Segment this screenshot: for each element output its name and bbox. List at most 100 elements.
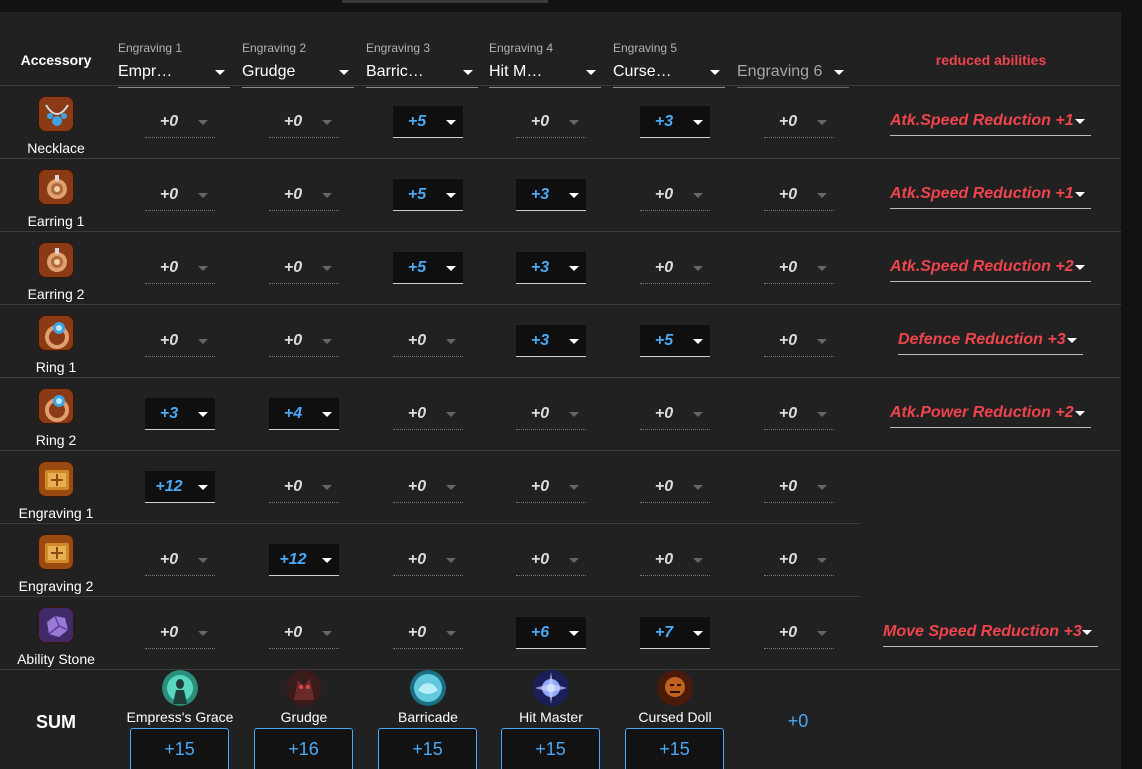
level-value: +5 <box>654 332 674 349</box>
engraving-3-level-select[interactable]: +5 <box>393 179 463 211</box>
engraving-3-level-select[interactable]: +5 <box>393 252 463 284</box>
accessory-name: Engraving 1 <box>18 505 94 521</box>
chevron-down-icon <box>215 70 225 75</box>
engraving-1-level-select[interactable]: +0 <box>145 106 215 138</box>
engraving-1-level-select[interactable]: +12 <box>145 471 215 503</box>
top-tab-indicator <box>342 0 548 3</box>
engraving-2-level-select[interactable]: +0 <box>269 179 339 211</box>
engraving-3-level-select[interactable]: +0 <box>393 544 463 576</box>
engraving-1-level-select[interactable]: +0 <box>145 179 215 211</box>
engraving-6-level-select[interactable]: +0 <box>764 398 834 430</box>
chevron-down-icon <box>817 485 827 490</box>
chevron-down-icon <box>198 412 208 417</box>
reduced-ability-select[interactable]: Move Speed Reduction +3 <box>883 617 1098 647</box>
engraving-5-select[interactable]: Engraving 5 Curse… <box>613 40 725 88</box>
engraving-3-level-select[interactable]: +0 <box>393 471 463 503</box>
chevron-down-icon <box>1082 630 1092 635</box>
engraving-3-value: Barric… <box>366 63 424 80</box>
engraving-5-level-select[interactable]: +0 <box>640 471 710 503</box>
level-value: +0 <box>654 551 674 568</box>
chevron-down-icon <box>446 558 456 563</box>
chevron-down-icon <box>198 631 208 636</box>
chevron-down-icon <box>817 631 827 636</box>
accessory-name: Ring 1 <box>35 359 77 375</box>
engraving-3-level-select[interactable]: +0 <box>393 325 463 357</box>
ring-icon <box>38 388 74 424</box>
accessory-name: Engraving 2 <box>18 578 94 594</box>
engraving-3-level-select[interactable]: +0 <box>393 398 463 430</box>
level-value: +0 <box>654 478 674 495</box>
engraving-2-level-select[interactable]: +0 <box>269 617 339 649</box>
reduced-ability-select[interactable]: Atk.Speed Reduction +2 <box>890 252 1091 282</box>
engraving-1-select[interactable]: Engraving 1 Empr… <box>118 40 230 88</box>
chevron-down-icon <box>569 193 579 198</box>
engraving-5-level-select[interactable]: +0 <box>640 179 710 211</box>
chevron-down-icon <box>322 120 332 125</box>
chevron-down-icon <box>198 120 208 125</box>
accessory-name: Necklace <box>27 140 85 156</box>
chevron-down-icon <box>1075 192 1085 197</box>
engraving-1-level-select[interactable]: +0 <box>145 617 215 649</box>
engraving-2-level-select[interactable]: +0 <box>269 252 339 284</box>
engraving-5-level-select[interactable]: +0 <box>640 398 710 430</box>
chevron-down-icon <box>198 485 208 490</box>
engraving-4-level-select[interactable]: +0 <box>516 106 586 138</box>
level-value: +0 <box>283 259 303 276</box>
sum-total-box: +15 <box>501 728 600 769</box>
chevron-down-icon <box>569 558 579 563</box>
engraving-1-level-select[interactable]: +0 <box>145 325 215 357</box>
earring-icon <box>38 169 74 205</box>
engraving-6-level-select[interactable]: +0 <box>764 471 834 503</box>
engraving-6-select[interactable]: Engraving 6 <box>737 40 849 88</box>
chevron-down-icon <box>1075 119 1085 124</box>
accessory-column-header: Accessory <box>20 52 92 68</box>
engraving-6-level-select[interactable]: +0 <box>764 544 834 576</box>
chevron-down-icon <box>446 266 456 271</box>
engraving-5-level-select[interactable]: +0 <box>640 252 710 284</box>
engraving-4-level-select[interactable]: +3 <box>516 252 586 284</box>
reduced-ability-select[interactable]: Defence Reduction +3 <box>898 325 1083 355</box>
engraving-6-level-select[interactable]: +0 <box>764 325 834 357</box>
engraving-1-level-select[interactable]: +3 <box>145 398 215 430</box>
sum-total-box: +15 <box>625 728 724 769</box>
engraving-4-level-select[interactable]: +0 <box>516 398 586 430</box>
engraving-4-level-select[interactable]: +6 <box>516 617 586 649</box>
engraving-2-level-select[interactable]: +0 <box>269 471 339 503</box>
reduced-ability-select[interactable]: Atk.Speed Reduction +1 <box>890 179 1091 209</box>
reduced-ability-select[interactable]: Atk.Power Reduction +2 <box>890 398 1091 428</box>
engraving-5-level-select[interactable]: +5 <box>640 325 710 357</box>
chevron-down-icon <box>569 412 579 417</box>
engraving-6-level-select[interactable]: +0 <box>764 617 834 649</box>
reduced-ability-value: Atk.Speed Reduction +2 <box>890 258 1074 275</box>
engraving-2-level-select[interactable]: +0 <box>269 325 339 357</box>
chevron-down-icon <box>693 193 703 198</box>
engraving-5-level-select[interactable]: +3 <box>640 106 710 138</box>
engraving-5-level-select[interactable]: +0 <box>640 544 710 576</box>
level-value: +0 <box>654 186 674 203</box>
engraving-2-level-select[interactable]: +4 <box>269 398 339 430</box>
engraving-4-level-select[interactable]: +0 <box>516 471 586 503</box>
engraving-2-level-select[interactable]: +12 <box>269 544 339 576</box>
engraving-book-icon <box>38 461 74 497</box>
reduced-ability-select[interactable]: Atk.Speed Reduction +1 <box>890 106 1091 136</box>
chevron-down-icon <box>693 558 703 563</box>
engraving-5-level-select[interactable]: +7 <box>640 617 710 649</box>
chevron-down-icon <box>693 412 703 417</box>
engraving-6-level-select[interactable]: +0 <box>764 179 834 211</box>
engraving-6-level-select[interactable]: +0 <box>764 106 834 138</box>
chevron-down-icon <box>693 120 703 125</box>
engraving-1-level-select[interactable]: +0 <box>145 252 215 284</box>
engraving-2-select[interactable]: Engraving 2 Grudge <box>242 40 354 88</box>
engraving-4-label: Engraving 4 <box>489 41 554 55</box>
engraving-6-level-select[interactable]: +0 <box>764 252 834 284</box>
engraving-3-level-select[interactable]: +0 <box>393 617 463 649</box>
engraving-1-level-select[interactable]: +0 <box>145 544 215 576</box>
engraving-3-select[interactable]: Engraving 3 Barric… <box>366 40 478 88</box>
sum-engraving-name: Grudge <box>280 709 328 725</box>
engraving-3-level-select[interactable]: +5 <box>393 106 463 138</box>
engraving-4-level-select[interactable]: +3 <box>516 325 586 357</box>
engraving-4-level-select[interactable]: +0 <box>516 544 586 576</box>
engraving-4-level-select[interactable]: +3 <box>516 179 586 211</box>
engraving-4-select[interactable]: Engraving 4 Hit M… <box>489 40 601 88</box>
engraving-2-level-select[interactable]: +0 <box>269 106 339 138</box>
